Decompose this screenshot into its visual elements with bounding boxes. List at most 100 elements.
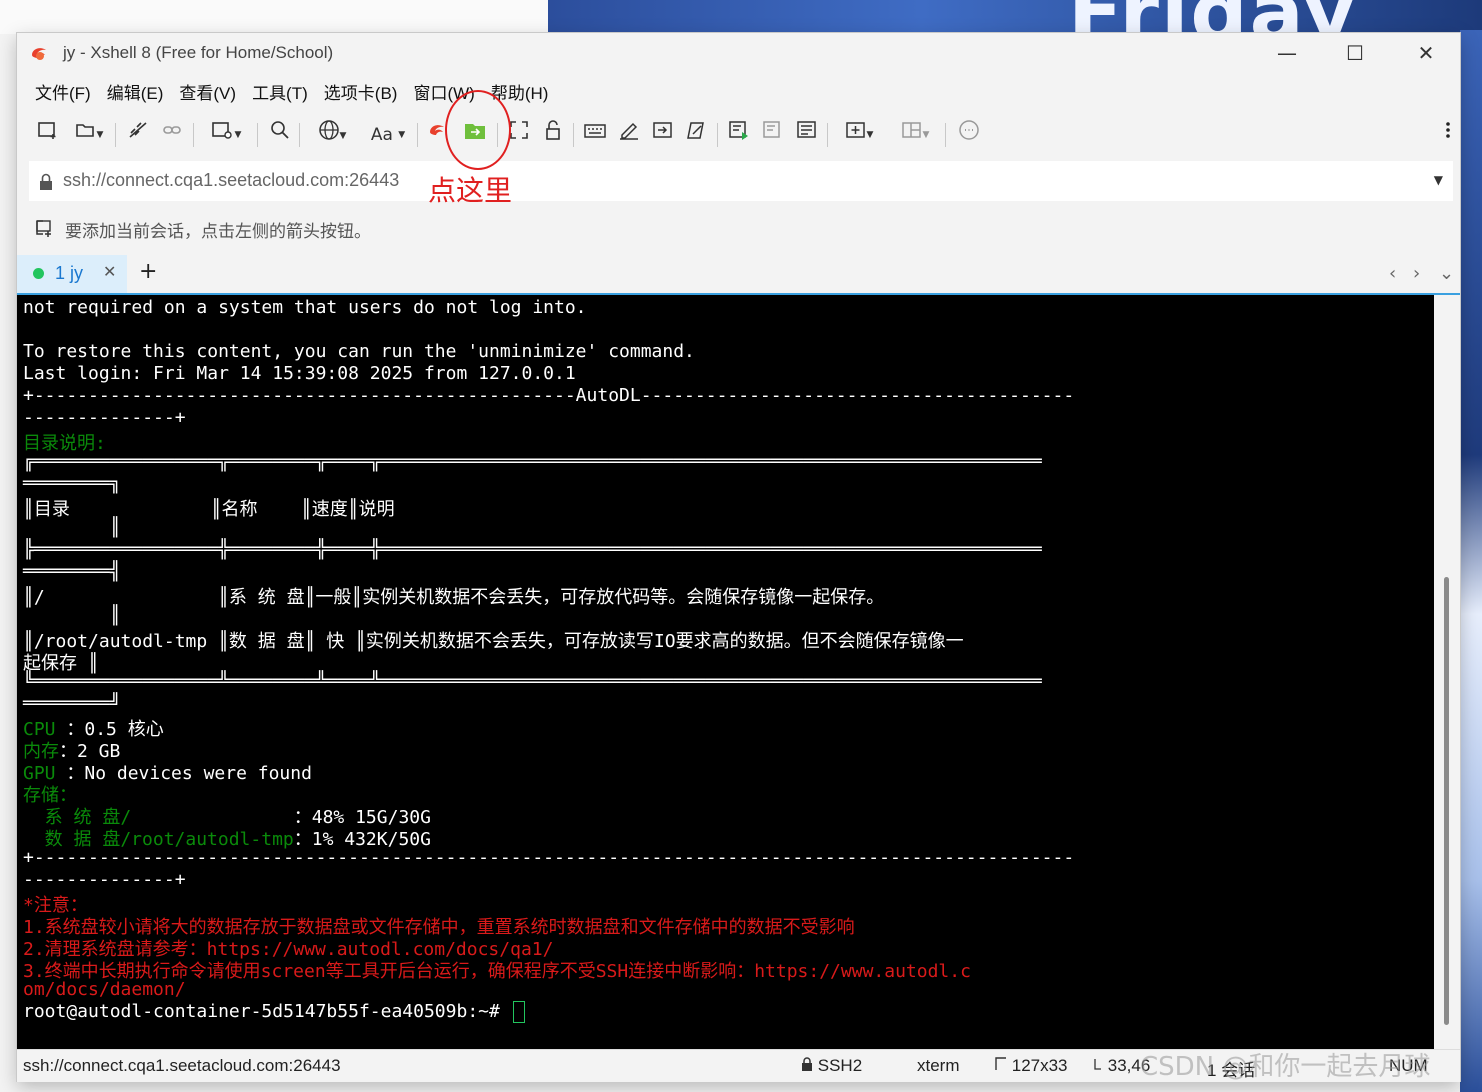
open-session-icon[interactable]: ▼ [69,119,109,151]
add-tab-button[interactable]: + [139,259,157,284]
terminal-line: GPU ：No devices were found [23,763,312,784]
lock-icon [40,173,52,190]
address-input[interactable]: ssh://connect.cqa1.seetacloud.com:26443 [63,170,399,191]
terminal-line: --------------+ [23,407,186,428]
terminal-line: 3.终端中长期执行命令请使用screen等工具开后台运行，确保程序不受SSH连接… [23,961,971,982]
desktop-background [0,0,548,34]
watermark: CSDN @和你一起去月球 [1140,1052,1431,1082]
find-icon[interactable] [267,119,293,151]
terminal-line: CPU ：0.5 核心 [23,719,164,740]
more-options-icon[interactable] [1441,119,1455,151]
status-protocol: SSH2 [801,1056,862,1076]
xshell-logo-icon [32,48,46,60]
desktop-wallpaper: Friday [548,0,1482,34]
terminal-line: +---------------------------------------… [23,847,1075,868]
terminal-line: ╔═════════════════╦════════╦════╦═══════… [23,451,1042,472]
annotation-circle [445,90,511,170]
log-icon[interactable] [759,119,787,151]
resize-icon [995,1057,1006,1070]
address-dropdown-icon[interactable]: ▼ [1434,173,1443,187]
terminal-line: 起保存 ║ [23,653,99,674]
disconnect-icon[interactable] [125,119,151,151]
tab-list-icon[interactable]: ⌄ [1439,263,1454,284]
menu-tools[interactable]: 工具(T) [244,81,316,107]
add-session-icon[interactable] [35,219,53,237]
protocol-label: SSH2 [817,1056,863,1075]
tab-scroll-right-icon[interactable]: › [1413,263,1420,284]
send-key-icon[interactable] [725,119,753,151]
tab-session-jy[interactable]: 1 jy ✕ [17,255,127,293]
status-size: 127x33 [995,1056,1068,1076]
script-icon[interactable] [649,119,677,151]
menu-tabs[interactable]: 选项卡(B) [316,81,406,107]
terminal-output: not required on a system that users do n… [23,297,1074,1023]
terminal-line: Last login: Fri Mar 14 15:39:08 2025 fro… [23,363,576,384]
window-title: jy - Xshell 8 (Free for Home/School) [63,43,334,62]
terminal-cursor [512,1001,525,1023]
menu-file[interactable]: 文件(F) [27,81,99,107]
title-bar[interactable]: jy - Xshell 8 (Free for Home/School) — ☐… [17,33,1460,73]
keyboard-icon[interactable] [581,119,609,151]
hint-text: 要添加当前会话，点击左侧的箭头按钮。 [65,222,371,242]
terminal-line: 2.清理系统盘请参考：https://www.autodl.com/docs/q… [23,939,554,960]
terminal-line: ║ [23,517,121,538]
terminal-line: ════════╝ [23,693,121,714]
terminal-line: ║/root/autodl-tmp ║数 据 盘║ 快 ║实例关机数据不会丢失，… [23,631,964,652]
terminal-scrollbar[interactable] [1434,295,1460,1049]
status-term: xterm [917,1056,960,1075]
tab-label: 1 jy [55,263,84,283]
connected-status-icon [33,268,44,279]
xshell-window: jy - Xshell 8 (Free for Home/School) — ☐… [17,33,1460,1082]
menu-edit[interactable]: 编辑(E) [99,81,172,107]
terminal-line: ════════╗ [23,473,121,494]
desktop-wallpaper-right [1460,30,1482,1092]
font-button[interactable]: Aa ▼ [365,119,411,151]
tab-scroll-left-icon[interactable]: ‹ [1389,263,1396,284]
terminal-line: ╚═════════════════╩════════╩════╩═══════… [23,671,1042,692]
terminal-line: +---------------------------------------… [23,385,1075,406]
lock-icon[interactable] [539,119,567,151]
layout-icon[interactable]: ▼ [891,119,939,151]
compose-icon[interactable] [683,119,711,151]
terminal-line: 目录说明: [23,433,106,454]
terminal-line: --------------+ [23,869,186,890]
scrollbar-thumb[interactable] [1444,577,1449,1025]
chat-icon[interactable] [955,119,983,151]
terminal-line: 1.系统盘较小请将大的数据存放于数据盘或文件存储中，重置系统时数据盘和文件存储中… [23,917,855,938]
reconnect-icon[interactable] [159,119,185,151]
terminal-line: ║目录 ║名称 ║速度║说明 [23,499,395,520]
session-properties-icon[interactable]: ▼ [203,119,249,151]
terminal-line: ║/ ║系 统 盘║一般║实例关机数据不会丢失，可存放代码等。会随保存镜像一起保… [23,587,885,608]
terminal-line: To restore this content, you can run the… [23,341,695,362]
maximize-button[interactable]: ☐ [1340,39,1370,67]
terminal-line: *注意： [23,895,88,916]
terminal-view[interactable]: not required on a system that users do n… [17,295,1434,1049]
new-tab-group-icon[interactable]: ▼ [835,119,883,151]
new-session-icon[interactable] [35,119,61,151]
cursor-position-icon [1094,1059,1101,1070]
minimize-button[interactable]: — [1272,39,1302,67]
terminal-line: ║ [23,605,121,626]
terminal-line: root@autodl-container-5d5147b55f-ea40509… [23,1001,1074,1023]
menu-view[interactable]: 查看(V) [171,81,244,107]
address-bar[interactable]: ssh://connect.cqa1.seetacloud.com:26443 … [29,161,1453,201]
terminal-line: 系 统 盘/ ：48% 15G/30G [23,807,431,828]
terminal-line: om/docs/daemon/ [23,979,186,1000]
toolbar: ▼ ▼ ▼ Aa ▼ ▼ ▼ [31,119,1451,151]
terminal-line: 数 据 盘/root/autodl-tmp：1% 432K/50G [23,829,431,850]
highlight-pen-icon[interactable] [615,119,643,151]
terminal-line: 存储： [23,785,77,806]
terminal-line: 内存：2 GB [23,741,121,762]
transcript-icon[interactable] [793,119,821,151]
status-address: ssh://connect.cqa1.seetacloud.com:26443 [23,1056,341,1075]
terminal-line: not required on a system that users do n… [23,297,587,318]
wallpaper-art: Friday [1068,0,1357,34]
close-button[interactable]: ✕ [1411,39,1441,67]
terminal-line: ╠═════════════════╬════════╬════╬═══════… [23,539,1042,560]
tab-close-icon[interactable]: ✕ [103,262,116,281]
font-label: Aa [370,125,393,145]
size-label: 127x33 [1011,1056,1068,1075]
encoding-globe-icon[interactable]: ▼ [309,119,355,151]
terminal-line: ════════╣ [23,561,121,582]
